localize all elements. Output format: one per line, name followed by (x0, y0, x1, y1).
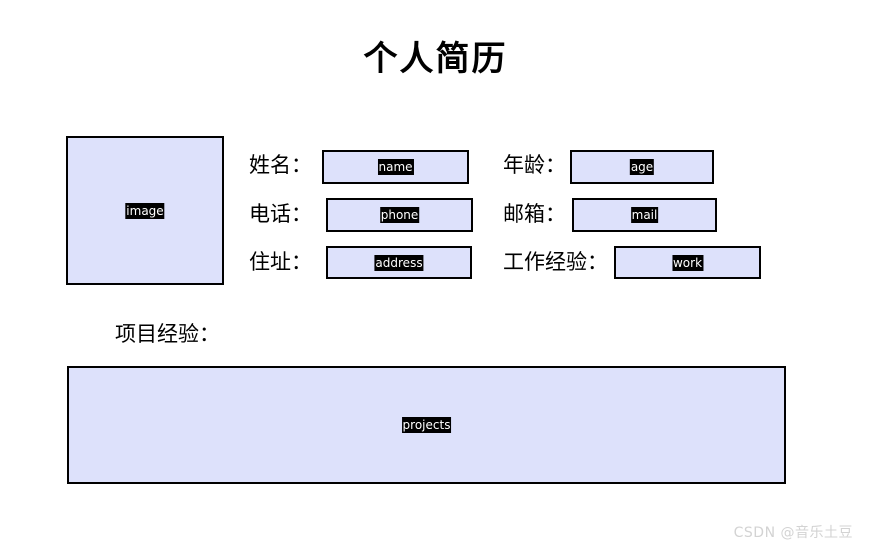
projects-placeholder-chip: projects (401, 417, 452, 433)
label-age: 年龄： (503, 153, 566, 177)
label-name: 姓名： (249, 153, 312, 177)
input-name[interactable]: name (322, 150, 469, 184)
photo-upload-box[interactable]: image (66, 136, 224, 285)
photo-placeholder-chip: image (125, 202, 165, 219)
label-project-experience: 项目经验： (115, 322, 220, 346)
csdn-watermark: CSDN @音乐土豆 (733, 525, 853, 541)
work-placeholder-chip: work (671, 254, 704, 271)
label-address: 住址： (249, 250, 312, 274)
mail-placeholder-chip: mail (630, 207, 659, 223)
input-mail[interactable]: mail (572, 198, 717, 232)
age-placeholder-chip: age (629, 159, 655, 175)
input-phone[interactable]: phone (326, 198, 473, 232)
resume-page: 个人简历 image 姓名： name 年龄： age 电话： phone 邮箱… (0, 0, 871, 551)
page-title: 个人简历 (363, 41, 508, 78)
label-work-experience: 工作经验： (503, 250, 608, 274)
input-work-experience[interactable]: work (614, 246, 761, 279)
name-placeholder-chip: name (377, 159, 414, 175)
address-placeholder-chip: address (374, 254, 424, 271)
input-address[interactable]: address (326, 246, 472, 279)
label-mail: 邮箱： (503, 202, 566, 226)
label-phone: 电话： (249, 202, 312, 226)
input-age[interactable]: age (570, 150, 714, 184)
phone-placeholder-chip: phone (379, 207, 420, 223)
input-project-experience[interactable]: projects (67, 366, 786, 484)
